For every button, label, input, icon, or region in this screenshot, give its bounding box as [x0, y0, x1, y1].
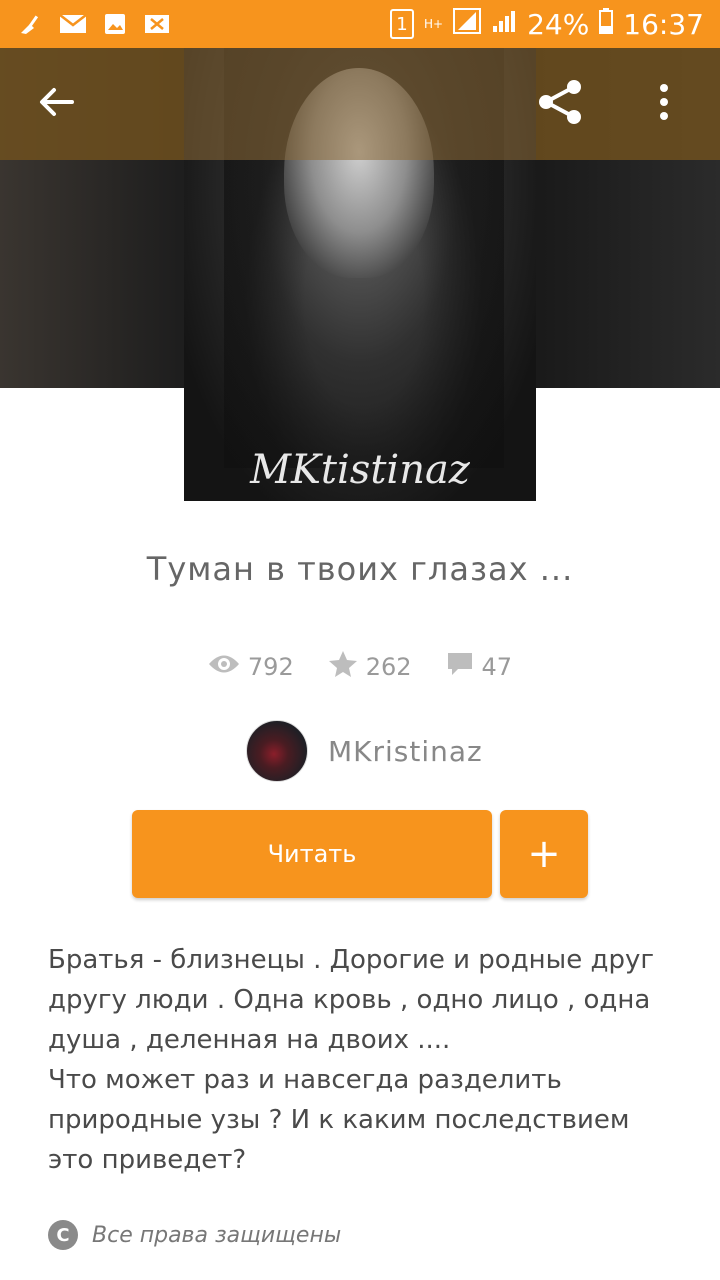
comments-count: 47	[481, 653, 513, 681]
battery-percent: 24%	[527, 7, 590, 41]
description-paragraph: Братья - близнецы . Дорогие и родные дру…	[48, 945, 654, 1055]
description-paragraph: Что может раз и навсегда разделить приро…	[48, 1065, 630, 1175]
image-icon	[100, 13, 130, 35]
battery-icon	[599, 7, 614, 41]
author-link[interactable]: MKristinaz	[246, 720, 483, 782]
copyright-text: Все права защищены	[92, 1222, 342, 1248]
clock: 16:37	[623, 7, 704, 41]
star-icon	[328, 650, 358, 684]
more-button[interactable]	[632, 72, 696, 136]
system-status: 1 H+ 24% 16:37	[389, 7, 704, 41]
add-to-library-button[interactable]: +	[500, 810, 588, 898]
copyright: C Все права защищены	[48, 1220, 341, 1250]
mail-icon	[58, 13, 88, 35]
signal-icon-2	[491, 8, 517, 41]
share-icon	[535, 77, 585, 131]
reads-count: 792	[247, 653, 294, 681]
sim-badge: 1	[389, 9, 414, 39]
votes-stat: 262	[328, 650, 412, 684]
story-description: Братья - близнецы . Дорогие и родные дру…	[48, 940, 678, 1180]
comments-stat: 47	[446, 650, 513, 684]
status-bar: 1 H+ 24% 16:37	[0, 0, 720, 48]
comment-icon	[446, 651, 474, 683]
votes-count: 262	[365, 653, 412, 681]
read-button[interactable]: Читать	[132, 810, 492, 898]
copyright-icon: C	[48, 1220, 78, 1250]
network-type: H+	[423, 17, 444, 31]
broom-icon	[16, 13, 46, 35]
avatar	[246, 720, 308, 782]
notification-icons	[16, 13, 172, 35]
story-stats: 792 262 47	[0, 650, 720, 684]
signal-icon	[453, 7, 482, 41]
story-title: Туман в твоих глазах ...	[146, 550, 574, 588]
arrow-left-icon	[38, 86, 74, 122]
app-bar	[0, 48, 720, 160]
back-button[interactable]	[24, 72, 88, 136]
more-vertical-icon	[659, 84, 669, 124]
author-name: MKristinaz	[328, 734, 483, 768]
share-button[interactable]	[528, 72, 592, 136]
cover-signature: MKtistinaz	[250, 447, 470, 493]
app-bar-actions	[528, 72, 696, 136]
mail-x-icon	[142, 13, 172, 35]
reads-stat: 792	[208, 650, 294, 684]
eye-icon	[208, 653, 240, 681]
